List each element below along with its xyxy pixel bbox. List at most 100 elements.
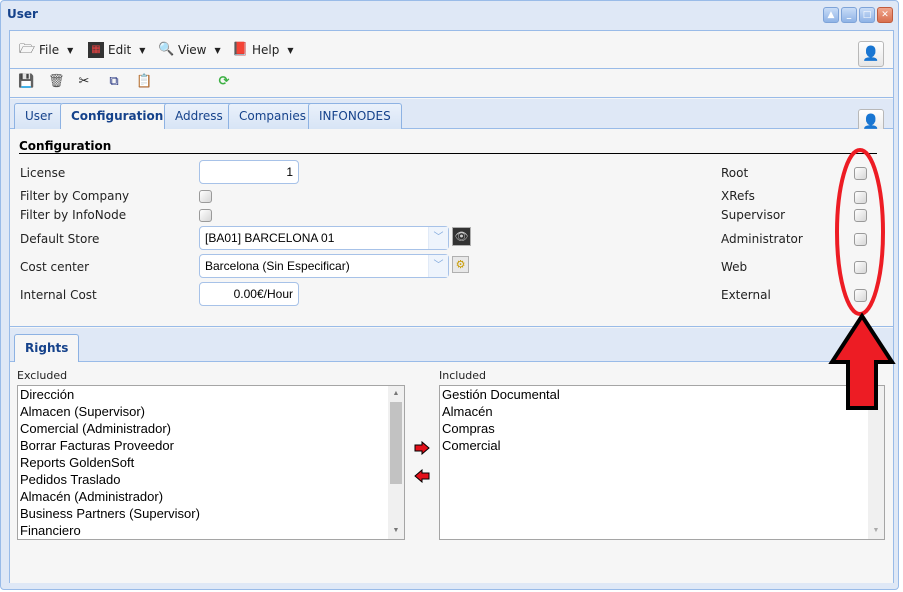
view-icon: 🔍 bbox=[158, 42, 175, 57]
root-checkbox[interactable] bbox=[854, 167, 867, 180]
delete-icon[interactable]: 🗑 bbox=[48, 74, 65, 90]
list-item[interactable]: Comercial bbox=[440, 437, 884, 454]
list-item[interactable]: Financiero bbox=[18, 522, 404, 539]
excluded-list[interactable]: Dirección Almacen (Supervisor) Comercial (… bbox=[17, 385, 405, 540]
tab-address[interactable]: Address bbox=[164, 103, 234, 129]
scroll-thumb[interactable] bbox=[390, 402, 402, 484]
root-label: Root bbox=[721, 166, 749, 180]
move-right-button[interactable] bbox=[414, 441, 430, 455]
help-icon: 📕 bbox=[232, 42, 249, 57]
filter-by-company-checkbox[interactable] bbox=[199, 190, 212, 203]
user-window: User ▲ _ □ ✕ 🗁 File ▼ ▦ Edit ▼ 🔍 View ▼ bbox=[0, 0, 899, 590]
maximize-icon[interactable]: □ bbox=[859, 7, 875, 23]
close-icon[interactable]: ✕ bbox=[877, 7, 893, 23]
tab-companies[interactable]: Companies bbox=[228, 103, 317, 129]
default-store-combo[interactable]: [BA01] BARCELONA 01 ﹀ bbox=[199, 226, 449, 250]
menu-file[interactable]: 🗁 File ▼ bbox=[19, 42, 73, 58]
included-label: Included bbox=[439, 369, 487, 382]
copy-icon[interactable]: ⧉ bbox=[106, 74, 122, 90]
cost-center-value: Barcelona (Sin Especificar) bbox=[205, 259, 350, 273]
list-item[interactable]: Reports GoldenSoft bbox=[18, 454, 404, 471]
list-item[interactable]: Comercial (Administrador) bbox=[18, 420, 404, 437]
default-store-label: Default Store bbox=[20, 232, 100, 246]
list-item[interactable]: Gestión Documental bbox=[440, 386, 884, 403]
minimize-icon[interactable]: _ bbox=[841, 7, 857, 23]
window-tools: ▲ _ □ ✕ bbox=[823, 7, 893, 23]
xrefs-checkbox[interactable] bbox=[854, 191, 867, 204]
move-left-button[interactable] bbox=[414, 469, 430, 483]
eye-icon: 👁 bbox=[454, 230, 469, 243]
list-item[interactable]: Business Partners (Supervisor) bbox=[18, 505, 404, 522]
web-label: Web bbox=[721, 260, 748, 274]
arrow-left-icon bbox=[414, 469, 430, 483]
supervisor-label: Supervisor bbox=[721, 208, 786, 222]
list-item[interactable]: Pedidos Traslado bbox=[18, 471, 404, 488]
included-scrollbar[interactable]: ▼ bbox=[868, 386, 884, 539]
paste-icon[interactable]: 📋 bbox=[136, 74, 152, 90]
chevron-down-icon: ▼ bbox=[67, 45, 74, 55]
cost-center-combo[interactable]: Barcelona (Sin Especificar) ﹀ bbox=[199, 254, 449, 278]
list-item[interactable]: Almacen (Supervisor) bbox=[18, 403, 404, 420]
excluded-scrollbar[interactable]: ▲ ▼ bbox=[388, 386, 404, 539]
tab-user[interactable]: User bbox=[14, 103, 64, 129]
scroll-down-icon[interactable]: ▼ bbox=[868, 523, 884, 539]
tab-rights[interactable]: Rights bbox=[14, 334, 80, 362]
cut-icon[interactable]: ✂ bbox=[76, 74, 92, 90]
filter-by-infonode-checkbox[interactable] bbox=[199, 209, 212, 222]
edit-user-button[interactable]: 👤 bbox=[858, 41, 884, 67]
list-item[interactable]: Compras bbox=[440, 420, 884, 437]
gear-icon: ⚙ bbox=[455, 258, 466, 271]
filter-by-company-label: Filter by Company bbox=[20, 189, 130, 203]
window-title: User bbox=[7, 7, 38, 21]
menu-help[interactable]: 📕 Help ▼ bbox=[232, 42, 294, 58]
chevron-down-icon: ▼ bbox=[214, 45, 221, 55]
collapse-icon[interactable]: ▲ bbox=[823, 7, 839, 23]
refresh-icon[interactable]: ⟳ bbox=[216, 74, 232, 90]
scroll-up-icon[interactable]: ▲ bbox=[388, 386, 404, 402]
license-field[interactable]: 1 bbox=[199, 160, 299, 184]
menu-help-label: Help bbox=[252, 43, 280, 57]
user-edit-icon: 👤 bbox=[862, 114, 880, 130]
menu-view-label: View bbox=[178, 43, 207, 57]
view-store-button[interactable]: 👁 bbox=[452, 227, 471, 246]
administrator-label: Administrator bbox=[721, 232, 803, 246]
default-store-value: [BA01] BARCELONA 01 bbox=[205, 231, 335, 245]
administrator-checkbox[interactable] bbox=[854, 233, 867, 246]
tab-strip: User Configuration Address Companies INF… bbox=[10, 99, 893, 135]
cost-center-settings-button[interactable]: ⚙ bbox=[452, 256, 469, 273]
scroll-down-icon[interactable]: ▼ bbox=[388, 523, 404, 539]
tab-infonodes[interactable]: INFONODES bbox=[308, 103, 402, 129]
external-checkbox[interactable] bbox=[854, 289, 867, 302]
internal-cost-field[interactable]: 0.00€/Hour bbox=[199, 282, 299, 306]
edit-icon: ▦ bbox=[88, 42, 104, 58]
list-item[interactable]: Borrar Facturas Proveedor bbox=[18, 437, 404, 454]
chevron-down-icon: ▼ bbox=[287, 45, 294, 55]
menu-edit[interactable]: ▦ Edit ▼ bbox=[88, 42, 145, 58]
excluded-label: Excluded bbox=[17, 369, 68, 382]
excluded-items: Dirección Almacen (Supervisor) Comercial (… bbox=[18, 386, 404, 539]
xrefs-label: XRefs bbox=[721, 189, 755, 203]
filter-by-infonode-label: Filter by InfoNode bbox=[20, 208, 127, 222]
cost-center-label: Cost center bbox=[20, 260, 90, 274]
web-checkbox[interactable] bbox=[854, 261, 867, 274]
chevron-down-icon[interactable]: ﹀ bbox=[428, 227, 448, 249]
tab-configuration[interactable]: Configuration bbox=[60, 103, 175, 130]
user-edit-icon: 👤 bbox=[862, 46, 880, 62]
included-items: Gestión Documental Almacén Compras Comercia… bbox=[440, 386, 884, 454]
list-item[interactable]: Almacén (Administrador) bbox=[18, 488, 404, 505]
toolbar: 💾 🗑 ✂ ⧉ 📋 ⟳ bbox=[10, 69, 893, 98]
menu-edit-label: Edit bbox=[108, 43, 132, 57]
window-body: 🗁 File ▼ ▦ Edit ▼ 🔍 View ▼ 📕 Help ▼ 👤 💾 … bbox=[9, 30, 894, 583]
menu-view[interactable]: 🔍 View ▼ bbox=[158, 42, 221, 58]
section-title: Configuration bbox=[19, 139, 877, 154]
external-label: External bbox=[721, 288, 771, 302]
supervisor-checkbox[interactable] bbox=[854, 209, 867, 222]
chevron-down-icon[interactable]: ﹀ bbox=[428, 255, 448, 277]
rights-panel: Excluded Dirección Almacen (Supervisor) Co… bbox=[10, 363, 893, 583]
list-item[interactable]: Almacén bbox=[440, 403, 884, 420]
chevron-down-icon: ▼ bbox=[139, 45, 146, 55]
list-item[interactable]: Dirección bbox=[18, 386, 404, 403]
save-icon[interactable]: 💾 bbox=[18, 74, 34, 90]
included-list[interactable]: Gestión Documental Almacén Compras Comercia… bbox=[439, 385, 885, 540]
file-icon: 🗁 bbox=[19, 42, 36, 57]
